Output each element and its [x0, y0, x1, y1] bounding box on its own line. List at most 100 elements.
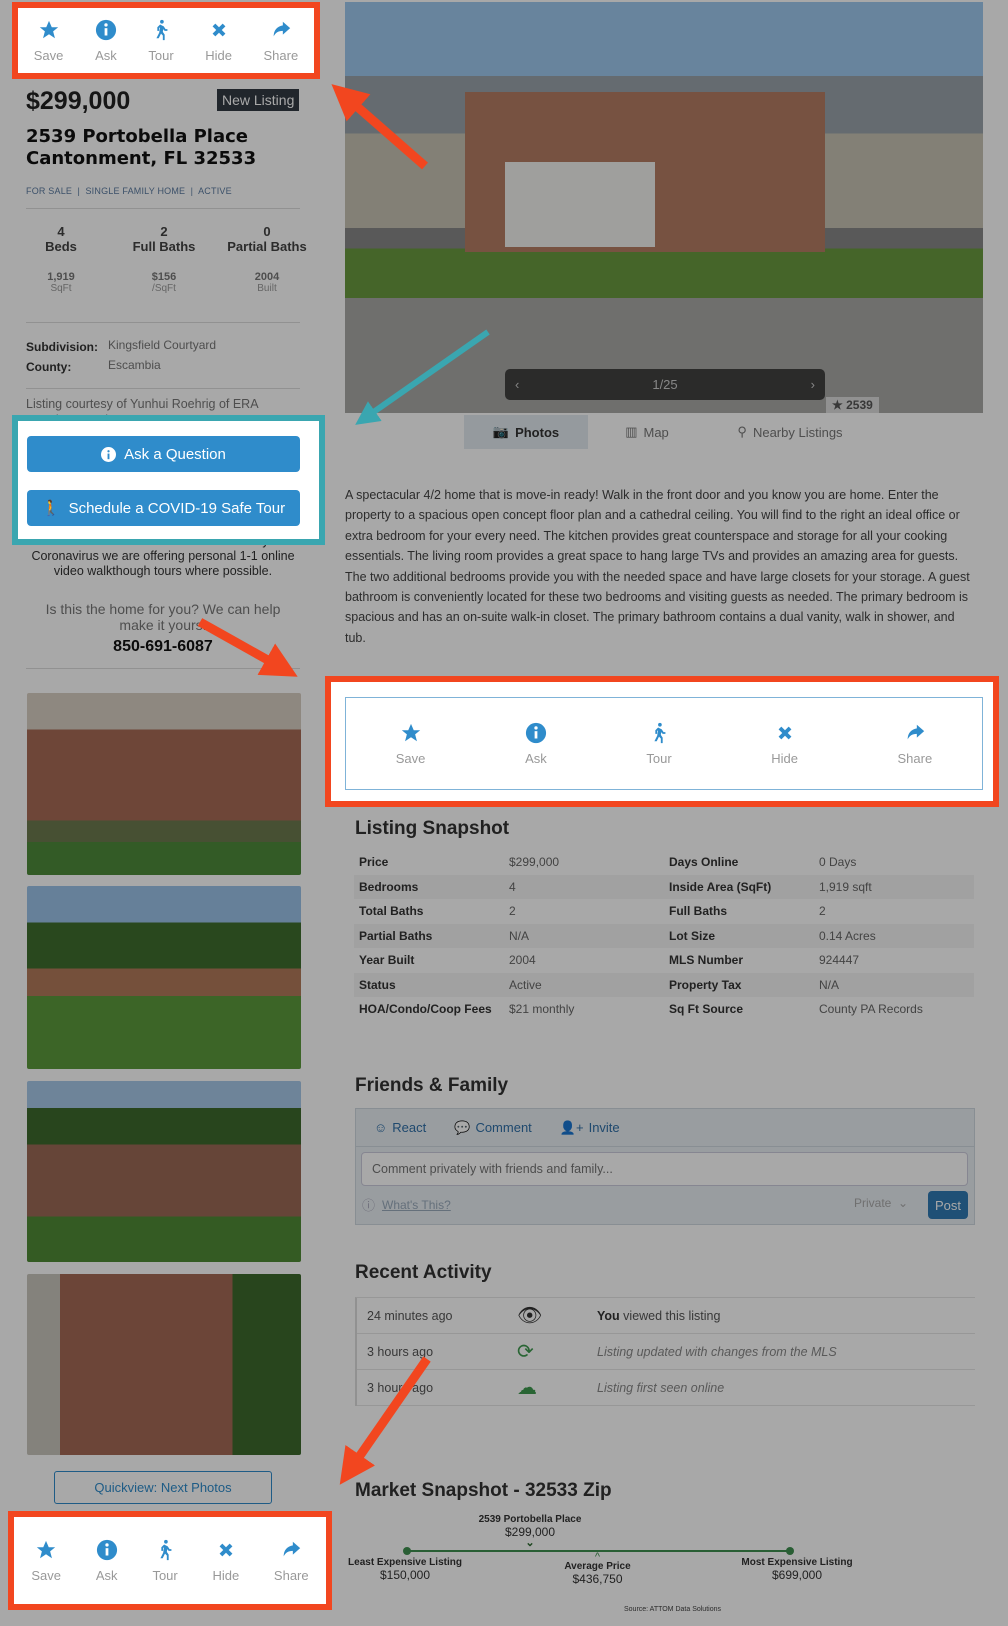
react-button[interactable]: ☺ React [374, 1119, 426, 1136]
snapshot-value: Active [509, 977, 542, 992]
snapshot-value: $299,000 [509, 855, 560, 869]
comment-input[interactable] [361, 1152, 968, 1186]
help-icon: ⓘ [362, 1198, 376, 1213]
walking-icon: 🚶 [41, 500, 61, 517]
add-user-icon: 👤+ [559, 1119, 584, 1135]
meta-type: SINGLE FAMILY HOME [85, 186, 186, 196]
tour-button[interactable]: Tour [152, 1539, 178, 1583]
snapshot-label: Partial Baths [359, 928, 433, 943]
action-label: Hide [212, 1567, 240, 1583]
star-icon [35, 1539, 57, 1564]
comment-button[interactable]: 💬 Comment [454, 1119, 532, 1136]
chevron-down-icon: ⌄ [525, 1537, 535, 1549]
address-line-2: Cantonment, FL 32533 [26, 148, 257, 169]
photo-carousel-nav: ‹ 1/25 › [505, 369, 825, 400]
snapshot-value: 0.14 Acres [819, 928, 876, 943]
share-button[interactable]: Share [264, 19, 298, 63]
save-button[interactable]: Save [31, 1539, 61, 1583]
snapshot-value: 1,919 sqft [819, 879, 872, 894]
activity-time: 3 hours ago [367, 1344, 434, 1359]
friends-family-panel: ☺React 💬Comment 👤+Invite ⓘ What's This? … [355, 1108, 975, 1225]
share-button[interactable]: Share [898, 722, 932, 766]
snapshot-row: Total Baths 2 Full Baths 2 [354, 899, 974, 924]
schedule-tour-button[interactable]: 🚶 Schedule a COVID-19 Safe Tour [27, 490, 300, 526]
comment-label: Comment [475, 1120, 532, 1135]
address-line-1: 2539 Portobella Place [26, 126, 249, 147]
photo-thumbnail-backyard[interactable] [27, 886, 301, 1069]
agent-phone[interactable]: 850-691-6087 [26, 638, 300, 656]
snapshot-row: Partial Baths N/A Lot Size 0.14 Acres [354, 923, 974, 948]
snapshot-row: Bedrooms 4 Inside Area (SqFt) 1,919 sqft [354, 874, 974, 899]
meta-active: ACTIVE [198, 186, 232, 196]
ask-question-button[interactable]: Ask a Question [27, 436, 300, 472]
stat-item: 0 Partial Baths 2004 Built [217, 224, 317, 294]
snapshot-value: 2 [819, 904, 826, 918]
quickview-next-photos-button[interactable]: Quickview: Next Photos [54, 1471, 272, 1504]
tab-map[interactable]: ▥ Map [612, 415, 682, 449]
snapshot-value: $21 monthly [509, 1002, 575, 1016]
action-label: Ask [95, 47, 117, 63]
hero-photo[interactable] [345, 2, 983, 413]
stat-sub-value: $156 [151, 271, 177, 283]
stat-value: 4 [57, 224, 65, 239]
ask-button[interactable]: Ask [95, 19, 117, 63]
activity-description: Listing updated with changes from the ML… [597, 1344, 837, 1359]
post-button[interactable]: Post [928, 1191, 968, 1219]
close-icon [208, 19, 230, 44]
most-expensive-label: Most Expensive Listing [741, 1557, 853, 1568]
snapshot-value: 4 [509, 879, 516, 894]
least-expensive-price: $150,000 [379, 1568, 431, 1582]
snapshot-label: Bedrooms [359, 879, 419, 894]
privacy-select[interactable]: Private ⌄ [854, 1196, 908, 1210]
ask-button[interactable]: Ask [96, 1539, 118, 1583]
snapshot-value: 2004 [509, 953, 536, 967]
stat-value: 2 [160, 224, 168, 239]
photo-thumbnail-front-door[interactable] [27, 1274, 301, 1455]
share-button[interactable]: Share [274, 1539, 309, 1583]
refresh-icon: ⟳ [517, 1341, 534, 1363]
save-button[interactable]: Save [396, 722, 425, 766]
info-icon [96, 1539, 118, 1564]
hide-button[interactable]: Hide [771, 722, 798, 766]
subdivision-label: Subdivision: [26, 340, 98, 354]
action-label: Ask [95, 1567, 118, 1583]
tour-button[interactable]: Tour [646, 722, 672, 766]
house-number: 2539 [846, 398, 873, 412]
ask-button[interactable]: Ask [525, 722, 547, 766]
invite-button[interactable]: 👤+ Invite [560, 1119, 620, 1136]
save-button[interactable]: Save [34, 19, 63, 63]
divider [26, 322, 300, 323]
speech-bubble-icon: 💬 [454, 1119, 471, 1135]
photo-thumbnail-patio[interactable] [27, 693, 301, 875]
least-expensive: Least Expensive Listing $150,000 [340, 1557, 470, 1582]
tab-photos[interactable]: 📷 Photos [464, 415, 588, 449]
average-price-label: Average Price [564, 1561, 631, 1572]
walking-icon [154, 1539, 176, 1564]
listing-meta: FOR SALE | SINGLE FAMILY HOME | ACTIVE [26, 186, 232, 196]
next-photo-button[interactable]: › [811, 377, 815, 392]
action-label: Hide [771, 750, 798, 766]
stat-sub-label: SqFt [50, 283, 72, 294]
tab-nearby-label: Nearby Listings [752, 424, 843, 440]
tour-button[interactable]: Tour [148, 19, 174, 63]
county-value: Escambia [108, 358, 161, 372]
average-price-value: $436,750 [572, 1572, 623, 1586]
activity-row: 24 minutes ago 👁 You viewed this listing [357, 1298, 975, 1334]
hide-button[interactable]: Hide [212, 1539, 239, 1583]
action-label: Hide [205, 47, 232, 63]
stat-sub-value: 2004 [254, 271, 280, 283]
activity-row: 3 hours ago ⟳ Listing updated with changes… [357, 1334, 975, 1370]
garage-door [505, 162, 655, 247]
action-label: Share [273, 1567, 309, 1583]
photo-thumbnail-entrance-sign[interactable] [27, 1081, 301, 1262]
stat-label: Full Baths [132, 239, 196, 254]
whats-this-link[interactable]: What's This? [382, 1198, 451, 1212]
stat-sub-label: Built [257, 283, 277, 294]
cloud-upload-icon: ☁ [517, 1377, 537, 1399]
privacy-value: Private [854, 1196, 892, 1210]
tab-nearby-listings[interactable]: ⚲ Nearby Listings [725, 415, 855, 449]
hide-button[interactable]: Hide [205, 19, 232, 63]
snapshot-value: N/A [819, 977, 840, 992]
previous-photo-button[interactable]: ‹ [515, 377, 519, 392]
invite-label: Invite [588, 1120, 620, 1135]
